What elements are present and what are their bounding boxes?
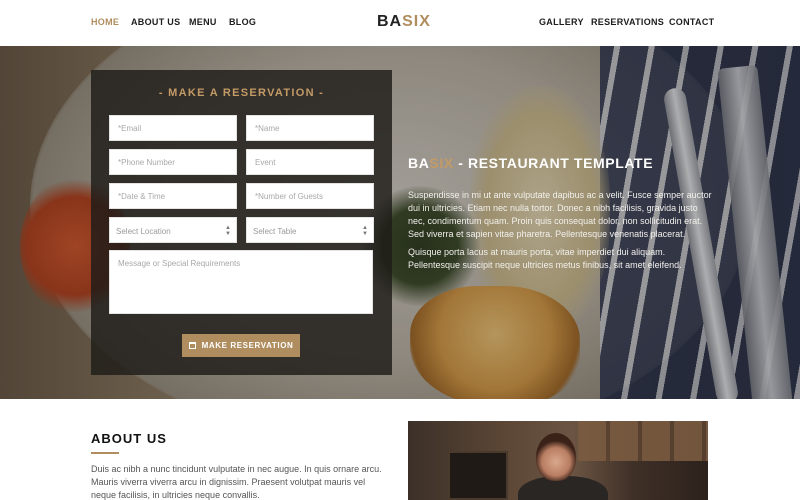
message-field[interactable] [109,250,373,314]
make-reservation-button[interactable]: MAKE RESERVATION [182,334,300,357]
nav-blog[interactable]: BLOG [229,17,256,27]
hero-title-rest: - RESTAURANT TEMPLATE [453,155,654,171]
about-divider [91,452,119,454]
select-arrows-icon: ▲ ▼ [362,225,368,237]
guests-field[interactable] [246,183,374,209]
about-photo [408,421,708,500]
logo-part-2: SIX [402,13,431,30]
about-photo-board [448,451,508,500]
reservation-form: - MAKE A RESERVATION - Select Location ▲… [91,70,392,375]
hero-paragraph-1: Suspendisse in mi ut ante vulputate dapi… [408,190,712,239]
location-select[interactable]: Select Location ▲ ▼ [109,217,237,243]
about-photo-person-head [536,433,576,481]
location-select-value: Select Location [116,227,171,236]
event-field[interactable] [246,149,374,175]
calendar-icon [188,342,196,349]
site-logo[interactable]: BASIX [377,13,431,31]
name-field[interactable] [246,115,374,141]
about-photo-shelf [578,421,708,461]
about-paragraph: Duis ac nibh a nunc tincidunt vulputate … [91,464,382,500]
select-arrows-icon: ▲ ▼ [225,225,231,237]
phone-field[interactable] [109,149,237,175]
date-time-field[interactable] [109,183,237,209]
email-field[interactable] [109,115,237,141]
hero-title-brand-a: BA [408,155,430,171]
reservation-title: - MAKE A RESERVATION - [158,87,325,99]
nav-menu[interactable]: MENU [189,17,217,27]
make-reservation-label: MAKE RESERVATION [201,341,294,350]
top-navigation: HOME ABOUT US MENU BLOG BASIX GALLERY RE… [0,0,800,46]
nav-gallery[interactable]: GALLERY [539,17,584,27]
hero-title: BASIX - RESTAURANT TEMPLATE [408,155,653,171]
about-title: ABOUT US [91,431,167,446]
nav-contact[interactable]: CONTACT [669,17,714,27]
nav-about-us[interactable]: ABOUT US [131,17,180,27]
table-select[interactable]: Select Table ▲ ▼ [246,217,374,243]
table-select-value: Select Table [253,227,297,236]
nav-reservations[interactable]: RESERVATIONS [591,17,664,27]
nav-home[interactable]: HOME [91,17,119,27]
hero-paragraph-2: Quisque porta lacus at mauris porta, vit… [408,247,682,270]
hero-title-brand-b: SIX [429,155,454,171]
logo-part-1: BA [377,13,403,30]
